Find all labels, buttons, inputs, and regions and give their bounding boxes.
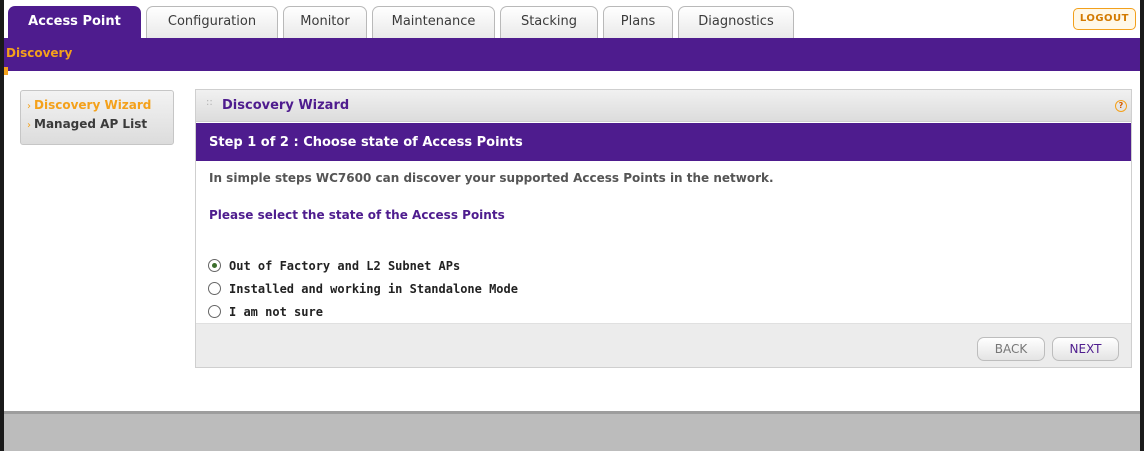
step-header-bar: Step 1 of 2 : Choose state of Access Poi… (196, 123, 1131, 161)
intro-text: In simple steps WC7600 can discover your… (209, 171, 774, 185)
tab-plans[interactable]: Plans (603, 6, 673, 38)
tab-access-point[interactable]: Access Point (8, 6, 141, 38)
sub-navigation-bar: Discovery (4, 38, 1140, 75)
subnav-item-discovery[interactable]: Discovery (6, 46, 72, 60)
radio-option-label[interactable]: I am not sure (229, 305, 323, 319)
panel-title: Discovery Wizard (222, 98, 350, 113)
top-tab-bar: Access Point Configuration Monitor Maint… (4, 0, 1140, 38)
logout-button[interactable]: LOGOUT (1072, 8, 1136, 30)
sidebar-item-label: Discovery Wizard (34, 98, 152, 112)
sidebar-item-label: Managed AP List (34, 117, 148, 131)
subnav-active-marker (4, 67, 8, 75)
next-button[interactable]: NEXT (1052, 337, 1119, 361)
radio-option-label[interactable]: Out of Factory and L2 Subnet APs (229, 259, 460, 273)
chevron-right-icon: › (27, 101, 31, 112)
radio-button-selected[interactable] (208, 259, 221, 272)
tab-configuration[interactable]: Configuration (146, 6, 278, 38)
back-button[interactable]: BACK (977, 337, 1045, 361)
tab-maintenance[interactable]: Maintenance (372, 6, 495, 38)
drag-grip-icon: :: (206, 97, 213, 108)
radio-button[interactable] (208, 305, 221, 318)
help-icon[interactable]: ? (1115, 100, 1127, 112)
radio-button[interactable] (208, 282, 221, 295)
sidebar-item-discovery-wizard[interactable]: › Discovery Wizard (27, 98, 151, 112)
tab-monitor[interactable]: Monitor (283, 6, 367, 38)
selection-prompt: Please select the state of the Access Po… (209, 208, 505, 222)
radio-option-label[interactable]: Installed and working in Standalone Mode (229, 282, 518, 296)
tab-diagnostics[interactable]: Diagnostics (678, 6, 794, 38)
discovery-wizard-panel: :: Discovery Wizard ? Step 1 of 2 : Choo… (195, 89, 1132, 368)
tab-stacking[interactable]: Stacking (500, 6, 598, 38)
step-title: Step 1 of 2 : Choose state of Access Poi… (209, 135, 523, 150)
chevron-right-icon: › (27, 120, 31, 131)
panel-footer: BACK NEXT (196, 323, 1131, 367)
sidebar-item-managed-ap-list[interactable]: › Managed AP List (27, 117, 147, 131)
radio-selected-dot (212, 263, 217, 268)
bottom-status-bar (4, 411, 1140, 451)
panel-header: :: Discovery Wizard ? (196, 90, 1131, 122)
sidebar-menu: › Discovery Wizard › Managed AP List (20, 90, 174, 145)
app-window: Access Point Configuration Monitor Maint… (0, 0, 1144, 451)
